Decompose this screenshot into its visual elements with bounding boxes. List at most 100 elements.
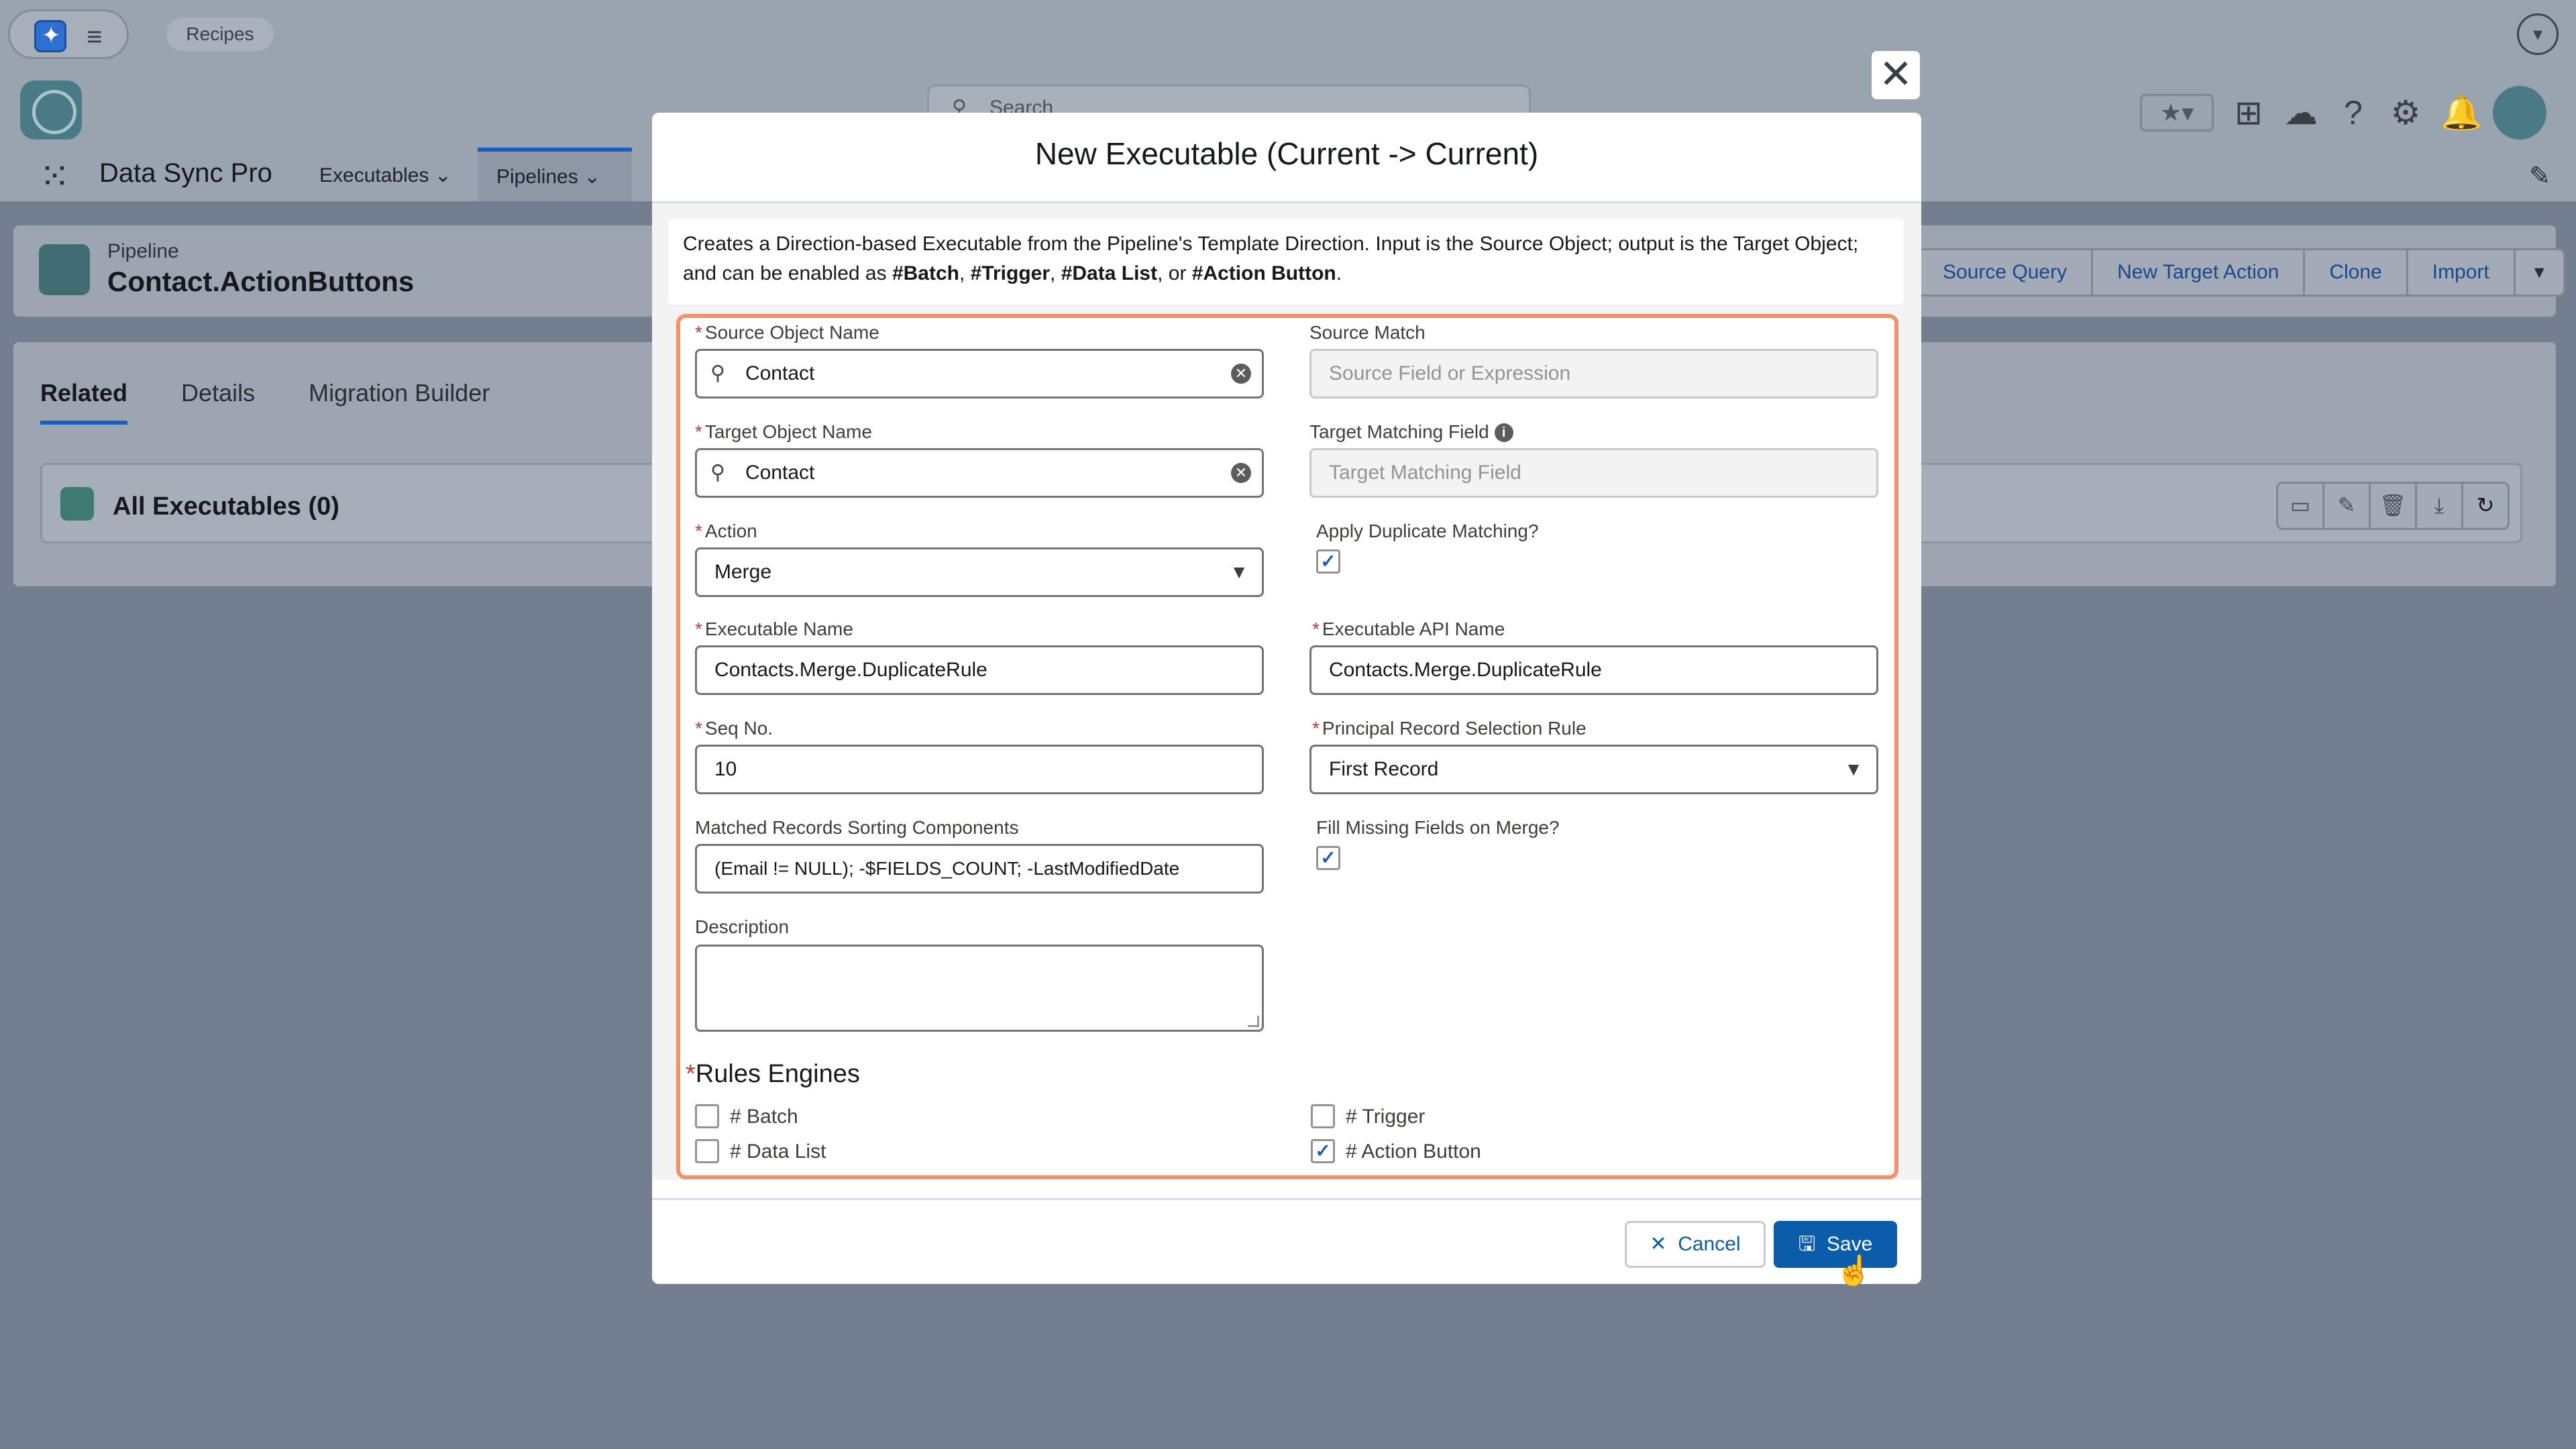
action-button-label: # Action Button <box>1346 1140 1481 1163</box>
pencil-icon[interactable]: ✎ <box>2322 482 2371 530</box>
tag-data-list: #Data List <box>1061 262 1158 284</box>
record-tabs: Related Details Migration Builder <box>40 379 490 425</box>
field-value: Contact <box>745 462 815 484</box>
tab-details[interactable]: Details <box>181 379 255 425</box>
info-end: . <box>1336 262 1342 284</box>
description-label: Description <box>695 916 790 937</box>
bell-icon[interactable]: 🔔 <box>2440 93 2482 133</box>
clear-icon[interactable]: ✕ <box>1231 364 1251 384</box>
tag-batch: #Batch <box>892 262 959 284</box>
trigger-label: # Trigger <box>1346 1106 1426 1128</box>
executable-name-label: * Executable Name <box>695 619 853 639</box>
app-launcher-icon[interactable]: ⁙ <box>39 154 70 199</box>
new-target-action-button[interactable]: New Target Action <box>2091 248 2306 297</box>
fill-missing-checkbox[interactable]: ✓ <box>1316 846 1340 870</box>
executable-api-input[interactable]: Contacts.Merge.DuplicateRule <box>1309 645 1878 695</box>
action-label: * Action <box>695 521 757 541</box>
app-name: Data Sync Pro <box>99 158 272 188</box>
clear-icon[interactable]: ✕ <box>1231 463 1251 483</box>
save-label: Save <box>1826 1233 1873 1255</box>
executable-api-label: * Executable API Name <box>1312 619 1505 639</box>
batch-checkbox[interactable] <box>695 1104 719 1128</box>
search-icon: ⚲ <box>710 362 725 384</box>
hand-cursor-icon: ☝ <box>1835 1254 1872 1287</box>
nav-item-pipelines[interactable]: Pipelines ⌄ <box>478 148 632 201</box>
related-list-title[interactable]: All Executables (0) <box>113 492 339 521</box>
import-button[interactable]: Import <box>2406 248 2516 297</box>
info-sep: , <box>959 262 971 284</box>
batch-label: # Batch <box>730 1106 798 1128</box>
edit-nav-pencil-icon[interactable]: ✎ <box>2529 161 2551 191</box>
gear-icon[interactable]: ⚙ <box>2388 93 2423 132</box>
global-header <box>0 0 2576 70</box>
executable-name-input[interactable]: Contacts.Merge.DuplicateRule <box>695 645 1264 695</box>
trigger-checkbox[interactable] <box>1311 1104 1335 1128</box>
data-list-label: # Data List <box>730 1140 826 1163</box>
target-object-label: * Target Object Name <box>695 421 872 442</box>
nav-label: Pipelines <box>496 166 578 188</box>
agent-icon <box>34 20 66 52</box>
chevron-down-icon[interactable]: ▾ <box>2517 13 2559 55</box>
record-type: Pipeline <box>107 240 179 262</box>
tab-related[interactable]: Related <box>40 379 128 425</box>
chevron-down-icon[interactable]: ⌄ <box>584 166 600 188</box>
apply-duplicate-checkbox[interactable]: ✓ <box>1316 549 1340 574</box>
layout-icon[interactable]: ▭ <box>2276 482 2324 530</box>
search-icon: ⚲ <box>710 462 725 484</box>
cancel-label: Cancel <box>1678 1233 1741 1255</box>
refresh-icon[interactable]: ↻ <box>2461 482 2510 530</box>
avatar[interactable] <box>2493 86 2546 140</box>
info-sep: , or <box>1157 262 1192 284</box>
label-text: Target Object Name <box>704 421 872 442</box>
rules-engines-title: *Rules Engines <box>686 1060 860 1088</box>
target-matching-label: Target Matching Field i <box>1309 421 1513 443</box>
modal-description: Creates a Direction-based Executable fro… <box>668 219 1904 305</box>
section-title-text: Rules Engines <box>695 1060 860 1088</box>
description-textarea[interactable] <box>695 945 1264 1032</box>
favorites-star-icon[interactable]: ★▾ <box>2140 94 2214 131</box>
cancel-button[interactable]: ✕ Cancel <box>1625 1221 1766 1268</box>
close-icon: ✕ <box>1650 1233 1667 1255</box>
add-icon[interactable]: ⊞ <box>2231 93 2266 132</box>
field-value: First Record <box>1329 758 1439 780</box>
nav-label: Executables <box>319 164 429 186</box>
chevron-down-icon[interactable]: ⌄ <box>435 164 451 186</box>
record-actions: Source Query New Target Action Clone Imp… <box>1917 248 2565 297</box>
label-text: Principal Record Selection Rule <box>1322 718 1587 739</box>
sorting-input[interactable]: (Email != NULL); -$FIELDS_COUNT; -LastMo… <box>695 844 1264 894</box>
source-match-input[interactable]: Source Field or Expression <box>1309 349 1878 398</box>
app-switcher[interactable]: ≡ <box>8 9 129 59</box>
clone-button[interactable]: Clone <box>2303 248 2408 297</box>
seq-no-input[interactable]: 10 <box>695 745 1264 794</box>
app-logo <box>20 80 82 140</box>
more-actions-chevron-icon[interactable]: ▾ <box>2513 248 2565 297</box>
label-text: Action <box>704 521 757 541</box>
label-text: Target Matching Field <box>1309 421 1489 442</box>
recipes-pill[interactable]: Recipes <box>166 17 274 51</box>
cloud-icon[interactable]: ☁ <box>2284 93 2318 132</box>
target-matching-input[interactable]: Target Matching Field <box>1309 448 1878 498</box>
download-icon[interactable]: ⤓ <box>2415 482 2463 530</box>
field-value: Merge <box>714 561 772 583</box>
source-object-label: * Source Object Name <box>695 322 879 343</box>
info-icon[interactable]: i <box>1494 423 1513 442</box>
help-icon[interactable]: ? <box>2336 93 2371 132</box>
source-query-button[interactable]: Source Query <box>1917 248 2094 297</box>
label-text: Executable Name <box>704 619 853 639</box>
nav-item-executables[interactable]: Executables ⌄ <box>319 164 451 187</box>
principal-rule-select[interactable]: First Record ▼ <box>1309 745 1878 794</box>
source-object-input[interactable]: ⚲ Contact ✕ <box>695 349 1264 398</box>
tab-migration-builder[interactable]: Migration Builder <box>309 379 490 425</box>
modal-close-icon[interactable]: ✕ <box>1872 51 1920 99</box>
target-object-input[interactable]: ⚲ Contact ✕ <box>695 448 1264 498</box>
new-executable-modal: New Executable (Current -> Current) Crea… <box>652 113 1921 1284</box>
label-text: Seq No. <box>704 718 773 739</box>
action-button-checkbox[interactable]: ✓ <box>1311 1139 1335 1163</box>
action-select[interactable]: Merge ▼ <box>695 547 1264 597</box>
trash-icon[interactable]: 🗑 <box>2369 482 2417 530</box>
modal-title: New Executable (Current -> Current) <box>1034 136 1539 171</box>
footer-divider <box>652 1198 1921 1200</box>
apply-duplicate-label: Apply Duplicate Matching? <box>1316 521 1539 541</box>
data-list-checkbox[interactable] <box>695 1139 719 1163</box>
record-title: Contact.ActionButtons <box>107 266 415 297</box>
